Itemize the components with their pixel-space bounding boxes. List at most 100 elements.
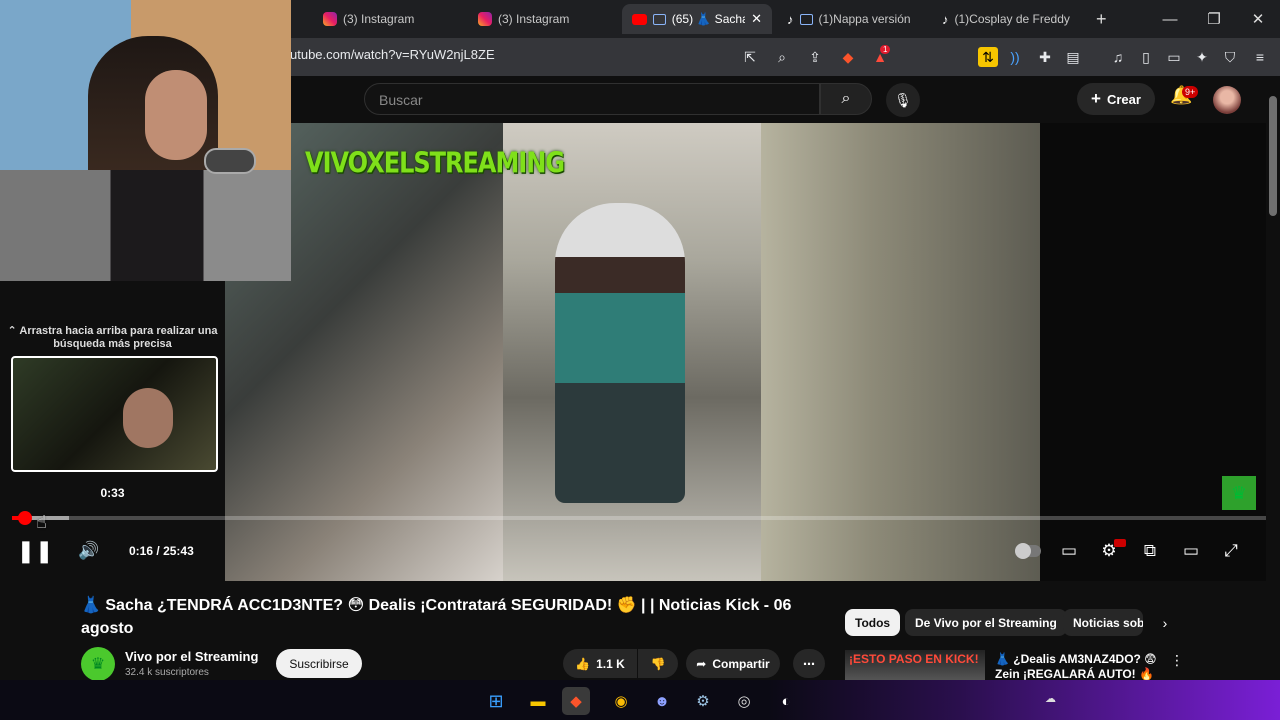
thumbnail-subject (123, 388, 173, 448)
brave-shield-icon[interactable]: ◆ (838, 47, 858, 67)
tab-youtube-active[interactable]: (65) 👗 Sacha ✕ (622, 4, 772, 34)
new-tab-button[interactable]: + (1086, 4, 1114, 34)
kebab-menu-icon[interactable]: ⋮ (1170, 652, 1184, 669)
pause-icon[interactable]: ❚❚ (17, 537, 54, 565)
chip-channel[interactable]: De Vivo por el Streaming (905, 609, 1067, 636)
player-letterbox (1040, 123, 1266, 581)
current-time: 0:16 (129, 544, 154, 558)
page-scrollbar[interactable] (1266, 76, 1280, 680)
extension-icon[interactable]: ⇅ (978, 47, 998, 67)
thumbnail-caption: ¡ESTO PASO EN KICK! (849, 652, 979, 666)
plus-icon: + (1091, 89, 1101, 108)
avatar[interactable] (1213, 86, 1241, 114)
fullscreen-icon[interactable]: ⤢ (1219, 537, 1243, 565)
subtitles-icon[interactable]: ▭ (1057, 537, 1081, 565)
hand-cursor-icon: ☝ (36, 512, 47, 532)
youtube-header: Buscar ⌕ 🎙 + Crear 🔔 9+ (290, 76, 1280, 122)
notification-badge: 9+ (1182, 86, 1199, 98)
chip-todos[interactable]: Todos (845, 609, 901, 636)
leo-ai-icon[interactable]: ✦ (1192, 47, 1212, 67)
menu-icon[interactable]: ≡ (1250, 47, 1270, 67)
tiktok-icon: ♪ (942, 11, 949, 27)
dislike-button[interactable]: 👎 (638, 649, 678, 678)
share-icon[interactable]: ⇪ (805, 47, 825, 67)
streamer-sweater (0, 170, 291, 281)
streaming-app-icon[interactable]: ◐ (772, 687, 800, 715)
tab-label: (3) Instagram (343, 12, 415, 26)
discord-icon[interactable]: ☻ (648, 687, 676, 715)
minimize-icon[interactable]: — (1148, 0, 1192, 38)
tab-instagram-2[interactable]: (3) Instagram (468, 4, 618, 34)
seek-preview-panel: ⌃ Arrastra hacia arriba para realizar un… (0, 281, 225, 581)
streamer-face (145, 70, 207, 160)
scrollbar-thumb[interactable] (1269, 96, 1277, 216)
share-arrow-icon: ➦ (696, 656, 707, 671)
create-label: Crear (1106, 91, 1141, 107)
windows-taskbar: ⊞ ▬ ◆ ◉ ☻ ⚙ ◎ ◐ ☁ (0, 680, 1280, 720)
extensions-puzzle-icon[interactable]: ✚ (1035, 47, 1055, 67)
duration: 25:43 (163, 544, 194, 558)
channel-avatar[interactable]: ♛ (81, 647, 115, 681)
obs-icon[interactable]: ◎ (730, 687, 758, 715)
sidebar-icon[interactable]: ▯ (1136, 47, 1156, 67)
video-subject (555, 203, 685, 503)
search-icon[interactable]: ⌕ (820, 83, 872, 115)
tab-instagram-1[interactable]: (3) Instagram (313, 4, 463, 34)
wallet-icon[interactable]: ▭ (1164, 47, 1184, 67)
microphone-icon[interactable]: 🎙 (886, 83, 920, 117)
subscribe-button[interactable]: Suscribirse (276, 649, 362, 678)
instagram-icon (478, 12, 492, 26)
channel-watermark-icon[interactable]: ♛ (1222, 476, 1256, 510)
autoplay-toggle[interactable] (1013, 537, 1043, 565)
video-player[interactable]: VIVOXELSTREAMING (225, 123, 1040, 581)
video-title: 👗 Sacha ¿TENDRÁ ACC1D3NTE? 😳 Dealis ¡Con… (81, 597, 792, 637)
video-frame-right (761, 123, 1040, 581)
restore-icon[interactable]: ❐ (1192, 0, 1236, 38)
tab-label: (65) 👗 Sacha (671, 12, 746, 26)
thumbs-up-icon: 👍 (575, 656, 591, 671)
vpn-shield-icon[interactable]: ⛉ (1220, 47, 1240, 67)
scrubber-handle[interactable] (18, 511, 32, 525)
progress-bar[interactable] (12, 511, 1266, 525)
file-explorer-icon[interactable]: ▬ (524, 687, 552, 715)
instagram-icon (323, 12, 337, 26)
recommended-title[interactable]: 👗 ¿Dealis AM3NAZ4DO? 😨 Zein ¡REGALARÁ AU… (995, 652, 1165, 680)
music-icon[interactable]: ♫ (1108, 47, 1128, 67)
like-count: 1.1 K (596, 656, 625, 671)
channel-name[interactable]: Vivo por el Streaming (125, 649, 258, 664)
search-input[interactable]: Buscar (364, 83, 820, 115)
tab-tiktok-2[interactable]: ♪ (1)Cosplay de Freddy (932, 4, 1082, 34)
volume-icon[interactable]: 🔊 (76, 537, 102, 565)
close-tab-icon[interactable]: ✕ (751, 11, 762, 27)
chrome-icon[interactable]: ◉ (607, 687, 635, 715)
theater-mode-icon[interactable]: ▭ (1179, 537, 1203, 565)
miniplayer-icon[interactable]: ⧉ (1138, 537, 1162, 565)
recommended-thumbnail[interactable]: ¡ESTO PASO EN KICK! (845, 650, 985, 680)
share-label: Compartir (712, 656, 770, 671)
open-external-icon[interactable]: ⇱ (740, 47, 760, 67)
tab-label: (3) Instagram (498, 12, 570, 26)
url-field[interactable]: utube.com/watch?v=RYuW2njL8ZE (290, 47, 495, 62)
chip-noticias[interactable]: Noticias sob (1063, 609, 1143, 636)
like-button[interactable]: 👍 1.1 K (563, 649, 637, 678)
share-button[interactable]: ➦ Compartir (686, 649, 780, 678)
zoom-icon[interactable]: ⌕ (772, 47, 792, 67)
windows-start-icon[interactable]: ⊞ (482, 687, 510, 715)
more-actions-icon[interactable]: ⋯ (793, 649, 825, 678)
create-button[interactable]: + Crear (1077, 83, 1155, 115)
video-watermark: VIVOXELSTREAMING (305, 146, 565, 180)
brave-browser-icon[interactable]: ◆ (562, 687, 590, 715)
tab-tiktok-1[interactable]: ♪ (1)Nappa versión (777, 4, 927, 34)
system-tray[interactable]: ☁ (1045, 692, 1056, 705)
steam-icon[interactable]: ⚙ (689, 687, 717, 715)
chevron-right-icon[interactable]: › (1154, 612, 1176, 634)
hd-badge (1114, 539, 1126, 547)
tiktok-icon: ♪ (787, 11, 794, 27)
reader-icon[interactable]: ▤ (1063, 47, 1083, 67)
webcam-overlay (0, 0, 291, 281)
close-window-icon[interactable]: ✕ (1236, 0, 1280, 38)
seek-hint: ⌃ Arrastra hacia arriba para realizar un… (7, 325, 218, 350)
extension-wave-icon[interactable]: )) (1005, 47, 1025, 67)
subscriber-count: 32.4 k suscriptores (125, 667, 209, 678)
preview-time: 0:33 (100, 486, 125, 500)
